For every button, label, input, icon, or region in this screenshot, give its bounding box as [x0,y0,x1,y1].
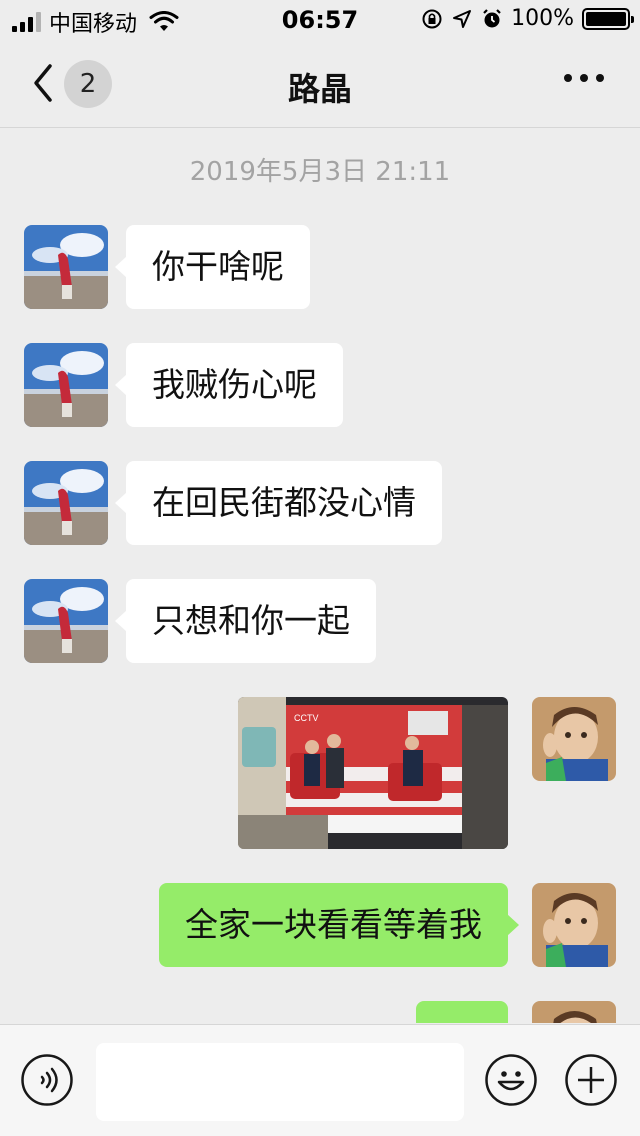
outgoing-message-bubble[interactable] [416,1001,508,1023]
friend-avatar[interactable] [24,343,108,427]
status-right: 100% [421,6,634,31]
chat-title: 路晶 [287,70,352,108]
orientation-lock-icon [422,9,442,28]
friend-avatar[interactable] [24,579,108,663]
battery-percent: 100% [511,6,574,31]
more-icon[interactable] [564,74,604,82]
nav-bar: 2 路晶 [0,40,640,128]
input-bar [0,1024,640,1136]
plus-icon[interactable] [564,1053,618,1107]
friend-avatar[interactable] [24,461,108,545]
incoming-message-bubble[interactable]: 我贼伤心呢 [115,343,343,427]
my-avatar[interactable] [532,883,616,967]
sent-image-message[interactable]: CCTV [238,697,508,849]
status-bar: 中国移动 06:57 100% [0,0,640,40]
my-avatar[interactable] [532,697,616,781]
message-input[interactable] [96,1043,464,1121]
battery-icon [582,7,634,30]
incoming-message-bubble[interactable]: 你干啥呢 [115,225,310,309]
incoming-message-bubble[interactable]: 只想和你一起 [115,579,376,663]
chat-area[interactable]: 2019年5月3日 21:11 你干啥呢 我贼伤心呢 在回民街都没心情 只想和你… [0,129,640,1023]
svg-text:CCTV: CCTV [294,713,319,723]
battery-fill [586,11,626,26]
incoming-message-bubble[interactable]: 在回民街都没心情 [115,461,442,545]
my-avatar[interactable] [532,1001,616,1023]
outgoing-message-bubble[interactable]: 全家一块看看等着我 [159,883,519,967]
alarm-icon [483,8,501,27]
friend-avatar[interactable] [24,225,108,309]
emoji-icon[interactable] [484,1053,538,1107]
location-icon [453,9,472,28]
voice-icon[interactable] [20,1053,74,1107]
message-timestamp: 2019年5月3日 21:11 [189,157,451,187]
